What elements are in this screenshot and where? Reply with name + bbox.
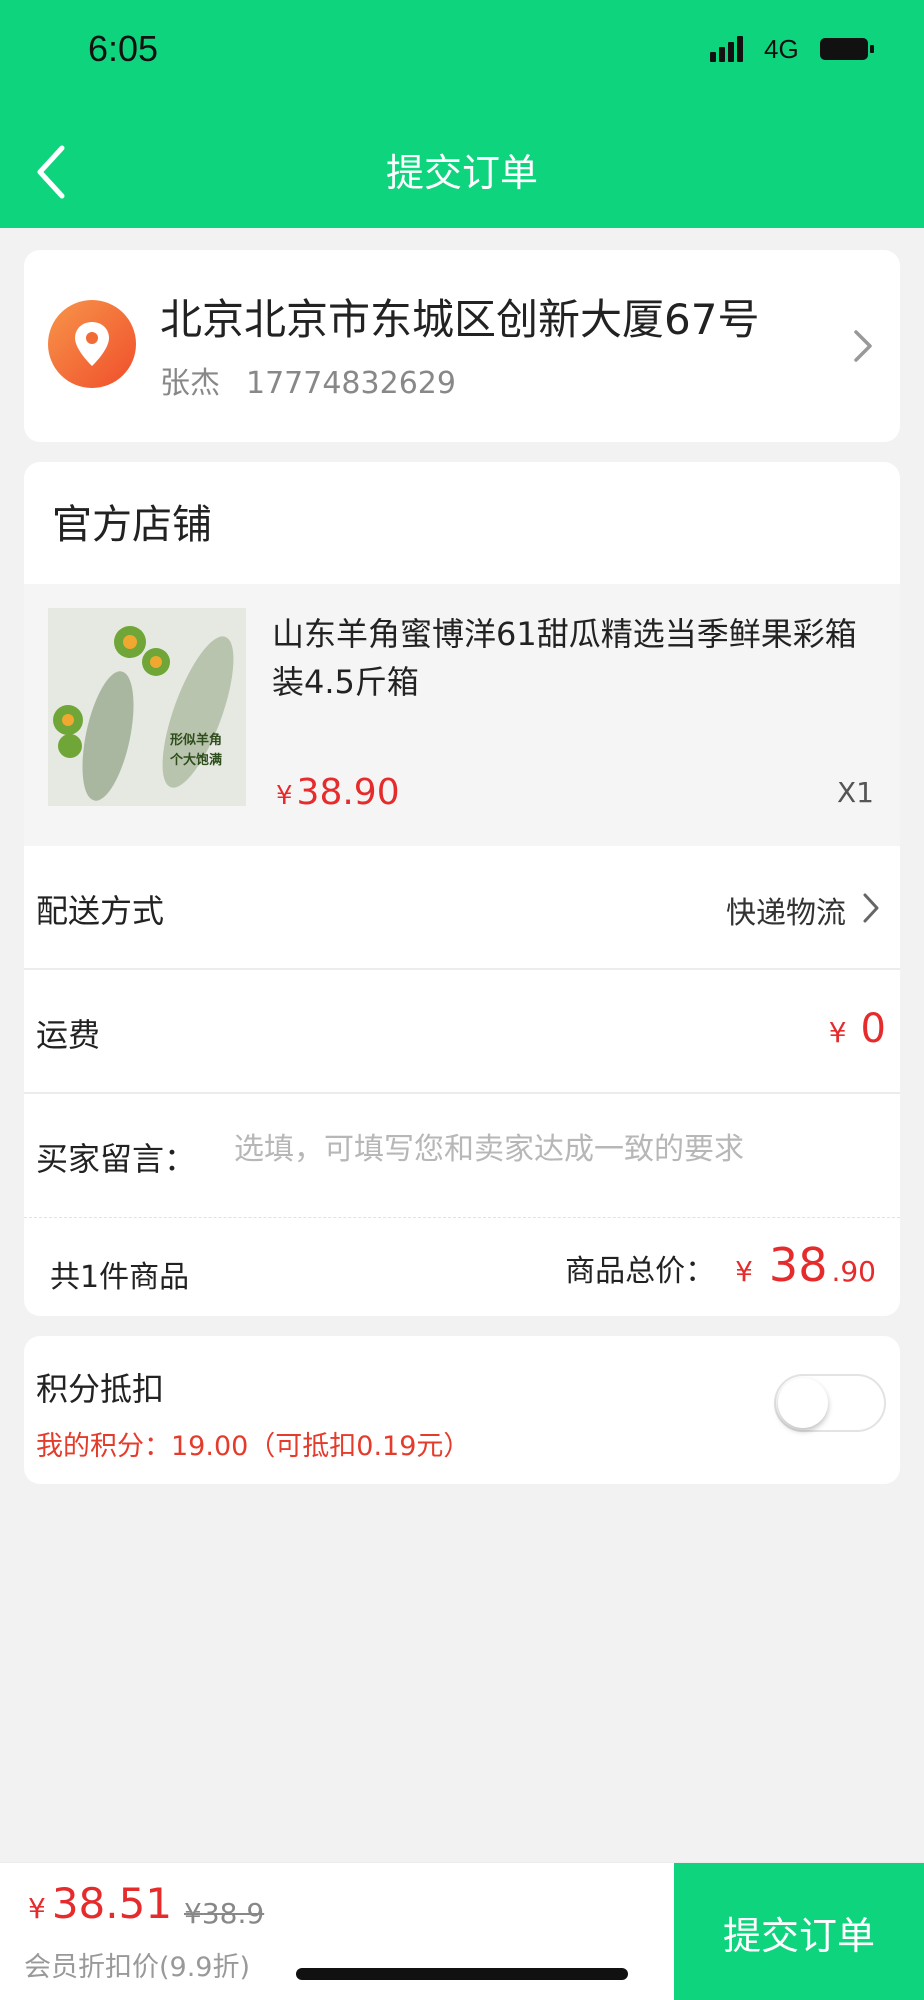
shop-name: 官方店铺 — [52, 502, 212, 548]
product-name: 山东羊角蜜博洋61甜瓜精选当季鲜果彩箱装4.5斤箱 — [272, 615, 857, 701]
shipping-label: 运费 — [36, 1016, 101, 1054]
goods-total: 商品总价： ¥38.90 — [565, 1238, 876, 1292]
delivery-method-row[interactable]: 配送方式 快递物流 — [24, 846, 900, 970]
shipping-fee: ¥0 — [828, 1006, 886, 1052]
order-summary: 共1件商品 商品总价： ¥38.90 — [24, 1218, 900, 1316]
battery-icon — [820, 38, 874, 60]
toggle-knob — [778, 1378, 828, 1428]
address-line: 北京北京市东城区创新大厦67号 — [160, 295, 760, 344]
buyer-message-input[interactable] — [234, 1132, 874, 1167]
order-card: 官方店铺 形似羊角 个大饱满 山东羊角蜜博洋61甜瓜精选当季鲜果彩箱装4.5斤箱… — [24, 462, 900, 1316]
points-toggle[interactable] — [774, 1374, 886, 1432]
points-title: 积分抵扣 — [36, 1370, 165, 1408]
contact-phone: 17774832629 — [246, 366, 456, 401]
location-pin-icon — [48, 300, 136, 388]
signal-icon — [710, 36, 750, 62]
goods-total-integer: 38 — [768, 1238, 828, 1292]
buyer-message-row: 买家留言： — [24, 1094, 900, 1218]
header: 6:05 4G 提交订单 — [0, 0, 924, 228]
home-indicator — [296, 1968, 628, 1980]
goods-total-decimal: .90 — [831, 1255, 876, 1288]
product-image: 形似羊角 个大饱满 — [48, 608, 246, 806]
product-quantity: X1 — [837, 776, 874, 809]
original-price: ¥38.9 — [184, 1897, 265, 1930]
item-count: 共1件商品 — [50, 1260, 190, 1295]
product-item[interactable]: 形似羊角 个大饱满 山东羊角蜜博洋61甜瓜精选当季鲜果彩箱装4.5斤箱 ¥38.… — [24, 584, 900, 846]
nav-bar: 提交订单 — [0, 120, 924, 220]
contact-info: 张杰 17774832629 — [160, 358, 456, 402]
submit-order-button[interactable]: 提交订单 — [674, 1863, 924, 2000]
product-price: ¥38.90 — [276, 772, 400, 813]
shipping-fee-row: 运费 ¥0 — [24, 970, 900, 1094]
points-detail: 我的积分：19.00（可抵扣0.19元） — [36, 1431, 471, 1462]
image-caption-line-2: 个大饱满 — [169, 752, 222, 768]
status-time: 6:05 — [88, 28, 159, 69]
address-card[interactable]: 北京北京市东城区创新大厦67号 张杰 17774832629 — [24, 250, 900, 442]
contact-name: 张杰 — [160, 366, 220, 401]
goods-total-label: 商品总价： — [565, 1254, 716, 1289]
chevron-right-icon — [863, 893, 879, 923]
image-caption-line-1: 形似羊角 — [170, 732, 222, 748]
delivery-label: 配送方式 — [36, 892, 165, 930]
member-discount-note: 会员折扣价(9.9折) — [24, 1952, 251, 1983]
network-type: 4G — [764, 34, 799, 64]
message-label: 买家留言： — [36, 1140, 197, 1178]
chevron-right-icon — [854, 330, 872, 362]
delivery-value: 快递物流 — [726, 896, 846, 931]
points-deduction-card: 积分抵扣 我的积分：19.00（可抵扣0.19元） — [24, 1336, 900, 1484]
final-price: ¥38.51 — [28, 1879, 173, 1928]
status-bar: 6:05 4G — [0, 0, 924, 100]
page-title: 提交订单 — [385, 151, 538, 195]
